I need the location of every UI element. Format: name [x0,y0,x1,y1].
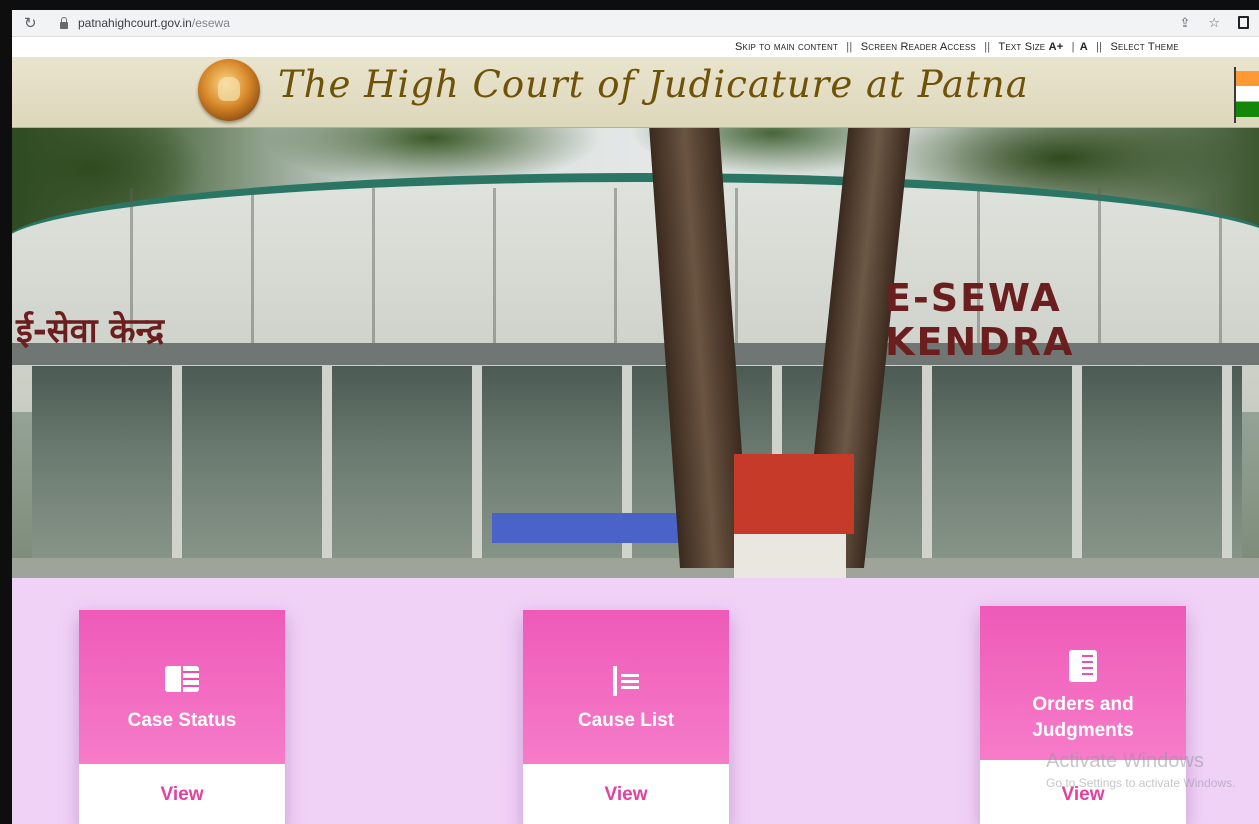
view-button[interactable]: View [79,784,285,806]
services-section: Case Status View Cause List View Orders … [12,578,1259,824]
text-size-increase[interactable]: A+ [1049,41,1064,53]
list-icon [613,666,639,696]
share-icon[interactable]: ⇪ [1179,16,1190,31]
service-tile-cause-list[interactable]: Cause List View [523,610,729,824]
tile-label: Cause List [577,710,675,731]
tab-icon[interactable] [1238,15,1249,29]
document-icon [1069,650,1097,682]
separator: || [1096,41,1103,53]
sign-hindi: ई-सेवा केन्द्र [16,311,165,351]
kiosk-glass-wall [32,366,1242,578]
tile-header: Case Status [79,610,285,778]
tile-label: Orders and Judgments [1032,694,1134,741]
text-size-normal[interactable]: A [1080,41,1088,53]
tree-red-band [734,454,854,534]
view-button[interactable]: View [523,784,729,806]
select-theme-link[interactable]: Select Theme [1111,41,1179,53]
screen-reader-link[interactable]: Screen Reader Access [861,41,976,53]
skip-to-main-link[interactable]: Skip to main content [735,41,838,53]
tile-header: Orders and Judgments [980,606,1186,774]
url-path: /esewa [191,16,230,30]
text-size-label: Text Size [998,41,1046,53]
browser-toolbar: ↻ patnahighcourt.gov.in/esewa ⇪ ☆ [12,10,1259,37]
tile-icon-wrap [79,666,285,697]
tile-header: Cause List [523,610,729,778]
tree-white-base [734,534,846,578]
sign-english: E-SEWA KENDRA [885,276,1075,364]
lock-icon[interactable] [60,16,68,29]
tile-icon-wrap [523,666,729,701]
browser-actions: ⇪ ☆ [1179,15,1249,31]
india-flag-icon [1236,71,1259,117]
tile-icon-wrap [980,650,1186,687]
windows-activation-hint: Go to Settings to activate Windows. [1046,776,1236,790]
separator: || [984,41,991,53]
windows-activation-watermark: Activate Windows [1046,750,1204,772]
ground [12,558,1259,578]
emblem-logo[interactable] [198,59,260,121]
book-icon [165,666,199,692]
separator: | [1071,41,1075,53]
accessibility-bar: Skip to main content || Screen Reader Ac… [12,37,1259,57]
tile-label: Case Status [127,710,237,731]
reload-icon[interactable]: ↻ [24,14,44,32]
service-tile-case-status[interactable]: Case Status View [79,610,285,824]
site-title[interactable]: The High Court of Judicature at Patna [278,63,1029,106]
hero-banner: ई-सेवा केन्द्र E-SEWA KENDRA [12,128,1259,578]
url-host: patnahighcourt.gov.in [78,16,192,30]
separator: || [846,41,853,53]
star-icon[interactable]: ☆ [1208,16,1220,31]
site-header: The High Court of Judicature at Patna [12,57,1259,128]
service-tile-orders-judgments[interactable]: Orders and Judgments View [980,606,1186,824]
address-bar[interactable]: patnahighcourt.gov.in/esewa [78,16,230,30]
browser-window: ↻ patnahighcourt.gov.in/esewa ⇪ ☆ Skip t… [12,10,1259,824]
